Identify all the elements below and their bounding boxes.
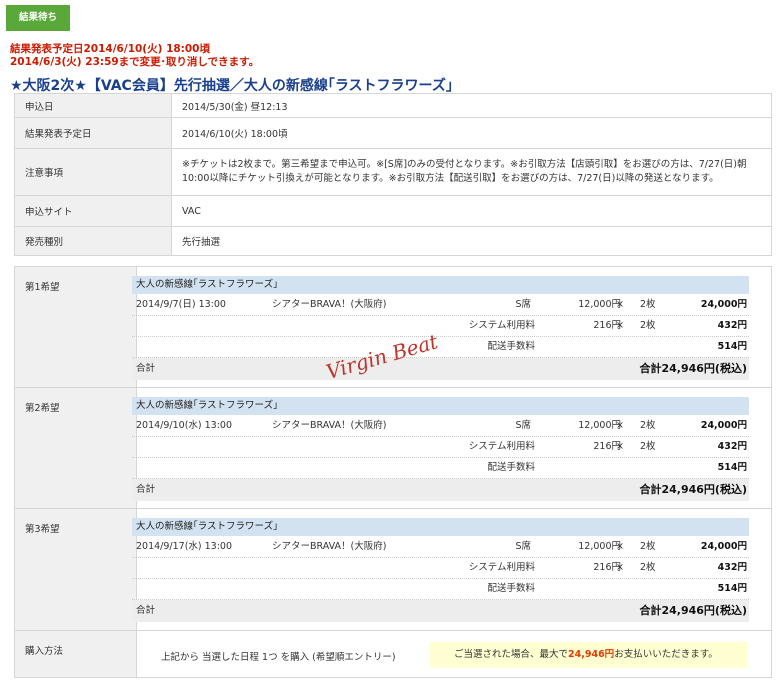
page-title: ★大阪2次★【VAC会員】先行抽選／大人の新感線｢ラストフラワーズ｣ — [10, 78, 453, 94]
choice-label: 第3希望 — [25, 524, 60, 535]
system-fee-amount: 432円 — [717, 562, 747, 573]
info-label-result-date: 結果発表予定日 — [14, 117, 172, 149]
choice-2-ticket-row: 2014/9/10(水) 13:00 シアターBRAVA！(大阪府) S席 12… — [132, 415, 749, 437]
fee-qty: 2枚 — [640, 441, 656, 452]
payment-suffix: お支払いいただきます。 — [614, 649, 718, 660]
times-sign: × — [616, 420, 624, 431]
times-sign: × — [616, 320, 624, 331]
shipping-fee-label: 配送手数料 — [487, 462, 535, 473]
ticket-amount: 24,000円 — [700, 541, 747, 552]
shipping-fee-amount: 514円 — [717, 462, 747, 473]
performance-date: 2014/9/17(水) 13:00 — [136, 541, 233, 552]
shipping-fee-amount: 514円 — [717, 341, 747, 352]
system-fee-amount: 432円 — [717, 320, 747, 331]
choice-3-shipping-row: 配送手数料 514円 — [132, 578, 749, 600]
seat-type: S席 — [515, 420, 531, 431]
purchase-method-text: 上記から 当選した日程 1つ を購入 (希望順エントリー) — [161, 652, 396, 663]
total-label: 合計 — [136, 605, 156, 616]
shipping-fee-label: 配送手数料 — [487, 341, 535, 352]
choice-1-fee-row: システム利用料 216円 × 2枚 432円 — [132, 315, 749, 337]
choice-1-total-row: 合計 合計24,946円(税込) — [132, 358, 749, 380]
times-sign: × — [616, 562, 624, 573]
venue: シアターBRAVA！(大阪府) — [272, 299, 387, 310]
application-info-table: 申込日 2014/5/30(金) 昼12:13 結果発表予定日 2014/6/1… — [14, 93, 772, 256]
choice-2-fee-row: システム利用料 216円 × 2枚 432円 — [132, 436, 749, 458]
info-value-result-date: 2014/6/10(火) 18:00頃 — [171, 117, 772, 149]
unit-price: 12,000円 — [578, 541, 621, 552]
system-fee-label: システム利用料 — [468, 320, 535, 331]
seat-type: S席 — [515, 541, 531, 552]
ticket-qty: 2枚 — [640, 420, 656, 431]
ticket-qty: 2枚 — [640, 299, 656, 310]
choice-1-ticket-row: 2014/9/7(日) 13:00 シアターBRAVA！(大阪府) S席 12,… — [132, 294, 749, 316]
change-deadline-notice: 2014/6/3(火) 23:59まで変更･取り消しできます。 — [10, 56, 260, 68]
choice-3-title: 大人の新感線｢ラストフラワーズ｣ — [132, 518, 749, 536]
choice-3-ticket-row: 2014/9/17(水) 13:00 シアターBRAVA！(大阪府) S席 12… — [132, 536, 749, 558]
unit-price: 12,000円 — [578, 299, 621, 310]
purchase-method-label: 購入方法 — [25, 646, 64, 657]
unit-price: 12,000円 — [578, 420, 621, 431]
info-value-apply-date: 2014/5/30(金) 昼12:13 — [171, 93, 772, 118]
shipping-fee-label: 配送手数料 — [487, 583, 535, 594]
total-label: 合計 — [136, 363, 156, 374]
info-label-notes: 注意事項 — [14, 148, 172, 196]
ticket-amount: 24,000円 — [700, 420, 747, 431]
times-sign: × — [616, 299, 624, 310]
shipping-fee-amount: 514円 — [717, 583, 747, 594]
fee-qty: 2枚 — [640, 562, 656, 573]
info-value-sale-type: 先行抽選 — [171, 226, 772, 256]
fee-qty: 2枚 — [640, 320, 656, 331]
info-label-apply-date: 申込日 — [14, 93, 172, 118]
total-value: 合計24,946円(税込) — [639, 604, 747, 617]
choice-2-shipping-row: 配送手数料 514円 — [132, 457, 749, 479]
total-label: 合計 — [136, 484, 156, 495]
system-fee-label: システム利用料 — [468, 562, 535, 573]
times-sign: × — [616, 441, 624, 452]
choice-3-fee-row: システム利用料 216円 × 2枚 432円 — [132, 557, 749, 579]
total-value: 合計24,946円(税込) — [639, 483, 747, 496]
seat-type: S席 — [515, 299, 531, 310]
times-sign: × — [616, 541, 624, 552]
venue: シアターBRAVA！(大阪府) — [272, 541, 387, 552]
performance-date: 2014/9/7(日) 13:00 — [136, 299, 226, 310]
choice-label: 第1希望 — [25, 282, 60, 293]
choice-label: 第2希望 — [25, 403, 60, 414]
system-fee-amount: 432円 — [717, 441, 747, 452]
system-fee-label: システム利用料 — [468, 441, 535, 452]
venue: シアターBRAVA！(大阪府) — [272, 420, 387, 431]
status-badge: 結果待ち — [6, 5, 70, 31]
ticket-amount: 24,000円 — [700, 299, 747, 310]
payment-amount: 24,946円 — [568, 649, 615, 660]
ticket-qty: 2枚 — [640, 541, 656, 552]
info-label-site: 申込サイト — [14, 195, 172, 227]
max-payment-notice: ご当選された場合、最大で24,946円お支払いいただきます。 — [430, 642, 747, 668]
info-value-notes: ※チケットは2枚まで。第三希望まで申込可。※[S席]のみの受付となります。※お引… — [171, 148, 772, 196]
choice-2-total-row: 合計 合計24,946円(税込) — [132, 479, 749, 501]
choice-1-title: 大人の新感線｢ラストフラワーズ｣ — [132, 276, 749, 294]
info-label-sale-type: 発売種別 — [14, 226, 172, 256]
choice-2-title: 大人の新感線｢ラストフラワーズ｣ — [132, 397, 749, 415]
payment-prefix: ご当選された場合、最大で — [454, 649, 569, 660]
total-value: 合計24,946円(税込) — [639, 362, 747, 375]
choice-3-total-row: 合計 合計24,946円(税込) — [132, 600, 749, 622]
choice-1-shipping-row: 配送手数料 514円 — [132, 336, 749, 358]
info-value-site: VAC — [171, 195, 772, 227]
performance-date: 2014/9/10(水) 13:00 — [136, 420, 233, 431]
